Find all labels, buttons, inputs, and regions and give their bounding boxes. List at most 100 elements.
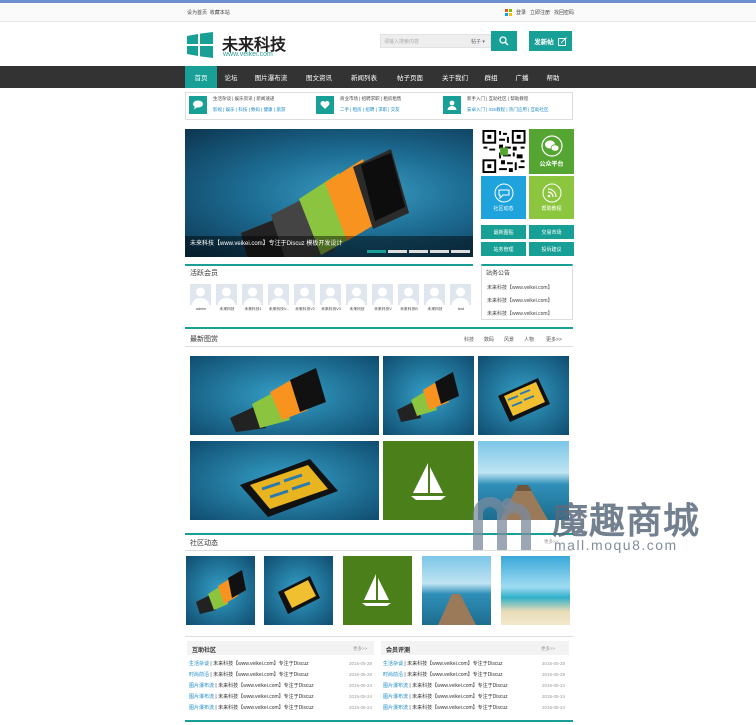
- member-avatar[interactable]: [190, 284, 211, 305]
- notice-item-2[interactable]: 未来科技【www.veikei.com】: [487, 297, 553, 304]
- member-avatar[interactable]: [268, 284, 289, 305]
- list-item-category[interactable]: 图片瀑布流: [383, 683, 408, 689]
- list-item[interactable]: 时尚前沿 | 未来科技【www.veikei.com】专注于Discuz: [189, 671, 309, 678]
- cat-tech[interactable]: 科技: [464, 336, 474, 343]
- list-item-category[interactable]: 图片瀑布流: [383, 694, 408, 700]
- info-block-3-title[interactable]: 新手入门 | 互助社区 | 帮助教程: [467, 96, 528, 102]
- list-item[interactable]: 时尚前沿 | 未来科技【www.veikei.com】专注于Discuz: [383, 671, 503, 678]
- community-image-4[interactable]: [422, 556, 491, 625]
- member-avatar[interactable]: [398, 284, 419, 305]
- nav-news-pics[interactable]: 图文资讯: [297, 66, 341, 88]
- member-name[interactable]: 未来科技B: [396, 307, 422, 312]
- member-avatar[interactable]: [320, 284, 341, 305]
- list-item[interactable]: 图片瀑布流 | 未来科技【www.veikei.com】专注于Discuz: [189, 682, 314, 689]
- find-password-link[interactable]: 找回密码: [554, 9, 574, 16]
- member-name[interactable]: 未来科技1: [240, 307, 266, 312]
- list-item-title[interactable]: 未来科技【www.veikei.com】专注于Discuz: [218, 683, 314, 689]
- tile-public-account[interactable]: 公众平台: [529, 129, 574, 174]
- list-item-title[interactable]: 未来科技【www.veikei.com】专注于Discuz: [218, 694, 314, 700]
- cat-scenery[interactable]: 风景: [504, 336, 514, 343]
- list-item[interactable]: 图片瀑布流 | 未来科技【www.veikei.com】专注于Discuz: [189, 693, 314, 700]
- gallery-image-1[interactable]: [190, 356, 379, 435]
- site-admin-button[interactable]: 站务管理: [481, 242, 526, 256]
- nav-thread-page[interactable]: 帖子页面: [387, 66, 433, 88]
- community-image-1[interactable]: [186, 556, 255, 625]
- list-item-title[interactable]: 未来科技【www.veikei.com】专注于Discuz: [407, 661, 503, 667]
- list-item-category[interactable]: 图片瀑布流: [189, 705, 214, 711]
- tile-help[interactable]: 帮助教程: [529, 176, 574, 219]
- cat-more[interactable]: 更多>>: [546, 336, 562, 343]
- list-item[interactable]: 图片瀑布流 | 未来科技【www.veikei.com】专注于Discuz: [383, 704, 508, 711]
- list-item-category[interactable]: 生活杂谈: [189, 661, 209, 667]
- list-item-title[interactable]: 未来科技【www.veikei.com】专注于Discuz: [412, 705, 508, 711]
- member-avatar[interactable]: [216, 284, 237, 305]
- member-avatar[interactable]: [372, 284, 393, 305]
- member-name[interactable]: 未来科技V2: [292, 307, 318, 312]
- nav-about[interactable]: 关于我们: [433, 66, 477, 88]
- member-name[interactable]: 未来科技V3: [318, 307, 344, 312]
- list-item-category[interactable]: 图片瀑布流: [189, 683, 214, 689]
- info-block-3-links[interactable]: 安卓入门 | iOS教程 | 热门应用 | 互助社区: [467, 107, 549, 113]
- complaint-button[interactable]: 投诉建议: [529, 242, 574, 256]
- list-item-category[interactable]: 时尚前沿: [189, 672, 209, 678]
- cat-digital[interactable]: 数码: [484, 336, 494, 343]
- list-item-title[interactable]: 未来科技【www.veikei.com】专注于Discuz: [412, 683, 508, 689]
- list-item[interactable]: 生活杂谈 | 未来科技【www.veikei.com】专注于Discuz: [189, 660, 309, 667]
- latest-images-button[interactable]: 最新图贴: [481, 225, 526, 239]
- member-name[interactable]: 未来科技: [214, 307, 240, 312]
- member-avatar[interactable]: [346, 284, 367, 305]
- slider-dot-3[interactable]: [409, 250, 428, 253]
- list-item-category[interactable]: 图片瀑布流: [189, 694, 214, 700]
- market-button[interactable]: 交易市场: [529, 225, 574, 239]
- search-button[interactable]: [491, 31, 517, 51]
- member-name[interactable]: 未来科技V: [370, 307, 396, 312]
- nav-home[interactable]: 首页: [185, 66, 217, 88]
- new-post-button[interactable]: 发新帖: [529, 31, 572, 51]
- member-avatar[interactable]: [242, 284, 263, 305]
- list-item-category[interactable]: 图片瀑布流: [383, 705, 408, 711]
- bottom-right-more[interactable]: 更多>>: [541, 646, 555, 652]
- member-avatar[interactable]: [294, 284, 315, 305]
- community-image-2[interactable]: [264, 556, 333, 625]
- tile-community[interactable]: 社区动态: [481, 176, 526, 219]
- slider-dot-5[interactable]: [451, 250, 470, 253]
- member-avatar[interactable]: [450, 284, 471, 305]
- nav-broadcast[interactable]: 广播: [505, 66, 539, 88]
- list-item-title[interactable]: 未来科技【www.veikei.com】专注于Discuz: [218, 705, 314, 711]
- member-name[interactable]: 未来科技: [344, 307, 370, 312]
- gallery-image-2[interactable]: [383, 356, 474, 435]
- list-item-category[interactable]: 时尚前沿: [383, 672, 403, 678]
- nav-forum[interactable]: 论坛: [217, 66, 245, 88]
- slider-caption[interactable]: 未来科技【www.veikei.com】专注于Discuz 模板开发设计: [190, 238, 342, 247]
- slider-dot-2[interactable]: [388, 250, 407, 253]
- member-avatar[interactable]: [424, 284, 445, 305]
- list-item-title[interactable]: 未来科技【www.veikei.com】专注于Discuz: [412, 694, 508, 700]
- info-block-2-title[interactable]: 商业市场 | 招聘求职 | 租房租售: [340, 96, 401, 102]
- slider-dot-1[interactable]: [367, 250, 386, 253]
- cat-people[interactable]: 人物: [524, 336, 534, 343]
- list-item[interactable]: 生活杂谈 | 未来科技【www.veikei.com】专注于Discuz: [383, 660, 503, 667]
- gallery-image-4[interactable]: [190, 441, 379, 520]
- nav-group[interactable]: 群组: [477, 66, 505, 88]
- info-block-2-links[interactable]: 二手 | 租房 | 招聘 | 求职 | 交友: [340, 107, 400, 113]
- gallery-image-3[interactable]: [478, 356, 569, 435]
- member-name[interactable]: test: [448, 307, 474, 311]
- bottom-left-more[interactable]: 更多>>: [353, 646, 367, 652]
- nav-news-list[interactable]: 新闻列表: [341, 66, 387, 88]
- bookmark-link[interactable]: 收藏本站: [210, 10, 230, 16]
- member-name[interactable]: 未来科技: [422, 307, 448, 312]
- list-item[interactable]: 图片瀑布流 | 未来科技【www.veikei.com】专注于Discuz: [189, 704, 314, 711]
- list-item-title[interactable]: 未来科技【www.veikei.com】专注于Discuz: [213, 661, 309, 667]
- nav-help[interactable]: 帮助: [539, 66, 567, 88]
- notice-item-3[interactable]: 未来科技【www.veikei.com】: [487, 310, 553, 317]
- list-item-category[interactable]: 生活杂谈: [383, 661, 403, 667]
- search-type-select[interactable]: 帖子 ▾: [471, 38, 485, 45]
- list-item-title[interactable]: 未来科技【www.veikei.com】专注于Discuz: [407, 672, 503, 678]
- logo-windows-icon[interactable]: [187, 32, 213, 58]
- set-home-link[interactable]: 设为首页: [187, 10, 207, 16]
- community-image-3[interactable]: [343, 556, 412, 625]
- slider-dot-4[interactable]: [430, 250, 449, 253]
- list-item[interactable]: 图片瀑布流 | 未来科技【www.veikei.com】专注于Discuz: [383, 693, 508, 700]
- login-link[interactable]: 登录: [516, 9, 526, 16]
- member-name[interactable]: 未来科技V...: [266, 307, 292, 312]
